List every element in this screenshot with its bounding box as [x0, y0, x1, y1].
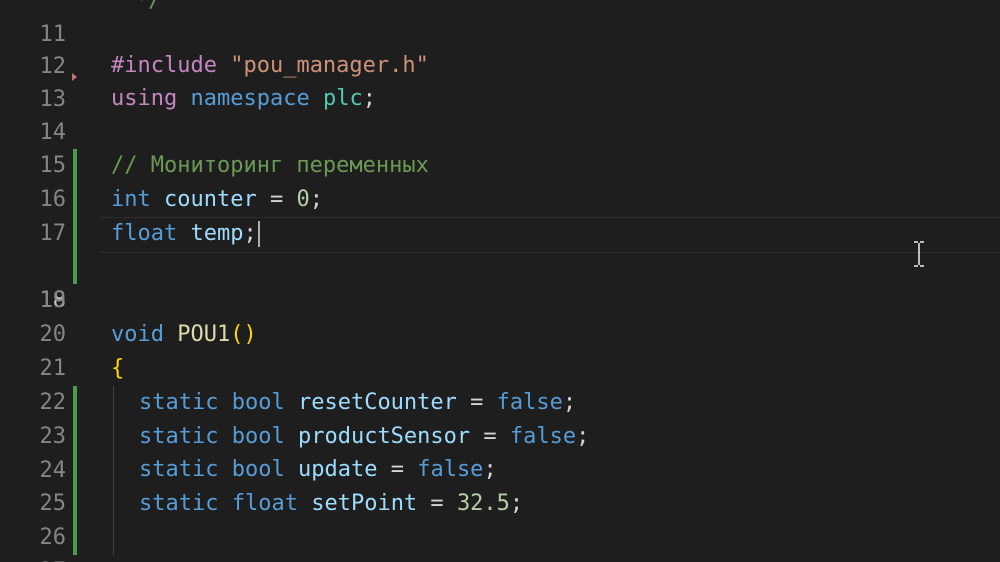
- include-directive: #include: [111, 53, 217, 78]
- code-line[interactable]: 19: [0, 250, 1000, 313]
- code-line[interactable]: 13 #include "pou_manager.h": [0, 49, 1000, 112]
- modified-gutter-bar: [73, 386, 77, 420]
- code-line[interactable]: 20: [0, 284, 1000, 347]
- fold-arrow-icon[interactable]: [72, 73, 77, 81]
- variable-name: productSensor: [297, 424, 471, 449]
- namespace-name: plc: [322, 86, 363, 111]
- code-line[interactable]: 15: [0, 115, 1000, 178]
- indent-guide: [113, 453, 114, 487]
- code-line[interactable]: 22 {: [0, 352, 1000, 415]
- modified-gutter-bar: [73, 217, 77, 251]
- indent-guide: [113, 420, 114, 454]
- comment-text: */: [135, 0, 162, 13]
- code-line[interactable]: 26 static float setPoint = 32.5;: [0, 487, 1000, 550]
- code-line[interactable]: 25 static bool update = false;: [0, 453, 1000, 516]
- modified-gutter-bar: [73, 149, 77, 183]
- type-keyword: int: [111, 187, 151, 212]
- variable-name: update: [297, 457, 378, 482]
- code-line[interactable]: 16 // Мониторинг переменных: [0, 149, 1000, 212]
- code-line[interactable]: 11 */: [0, 0, 1000, 47]
- modified-gutter-bar: [73, 453, 77, 487]
- modified-gutter-bar: [73, 183, 77, 217]
- indent-guide: [113, 487, 114, 521]
- variable-name: resetCounter: [297, 390, 457, 415]
- variable-name: temp: [190, 221, 244, 246]
- modified-gutter-bar: [73, 250, 77, 284]
- code-line[interactable]: 17 int counter = 0;: [0, 183, 1000, 246]
- modified-gutter-bar: [73, 521, 77, 555]
- code-line[interactable]: 27: [0, 521, 1000, 562]
- variable-name: counter: [164, 187, 257, 212]
- comment-text: // Мониторинг переменных: [111, 153, 429, 178]
- text-cursor-ibeam-icon: [914, 241, 924, 267]
- number-literal: 0: [296, 187, 310, 212]
- code-line[interactable]: 12: [0, 16, 1000, 79]
- code-line[interactable]: 23 static bool resetCounter = false;: [0, 386, 1000, 449]
- indent-guide: [113, 521, 114, 555]
- variable-name: setPoint: [311, 491, 418, 516]
- namespace-keyword: namespace: [190, 86, 310, 111]
- type-keyword: float: [111, 221, 178, 246]
- code-editor[interactable]: 11 */ 12 13 #include "pou_manager.h" 14 …: [0, 0, 1000, 562]
- type-keyword: void: [111, 322, 164, 347]
- using-keyword: using: [111, 86, 178, 111]
- open-brace: {: [111, 356, 125, 381]
- text-caret: [257, 221, 260, 247]
- include-header: "pou_manager.h": [230, 53, 429, 78]
- line-number: 27: [0, 555, 67, 562]
- code-line[interactable]: 14 using namespace plc;: [0, 82, 1000, 145]
- modified-gutter-bar: [73, 487, 77, 521]
- code-line-active[interactable]: 18 float temp;: [0, 217, 1000, 313]
- indent-guide: [113, 386, 114, 420]
- function-name: POU1: [177, 322, 231, 347]
- code-line[interactable]: 24 static bool productSensor = false;: [0, 420, 1000, 483]
- modified-gutter-bar: [73, 420, 77, 454]
- code-line[interactable]: 21 void POU1(): [0, 318, 1000, 381]
